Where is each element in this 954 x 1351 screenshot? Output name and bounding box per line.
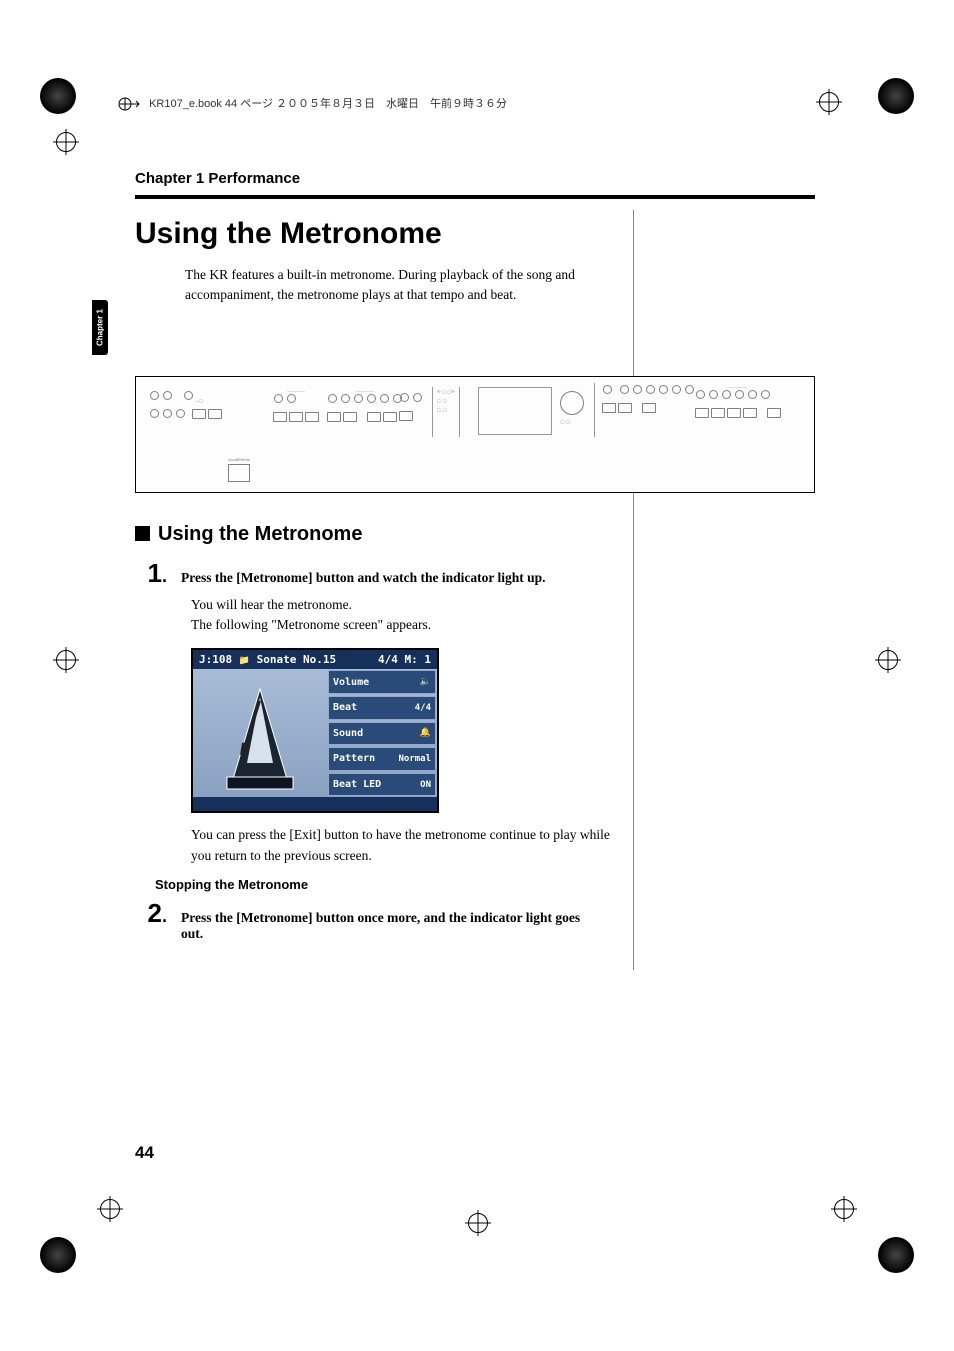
lcd-row-beat: Beat4/4: [328, 696, 436, 720]
section-subhead: Using the Metronome: [135, 523, 815, 546]
section-subhead-text: Using the Metronome: [158, 523, 362, 545]
step-1-body-a: You will hear the metronome.: [191, 595, 621, 616]
step-1-number: 1: [148, 558, 162, 588]
running-header-text: KR107_e.book 44 ページ ２００５年８月３日 水曜日 午前９時３６…: [149, 98, 507, 110]
step-1: 1. Press the [Metronome] button and watc…: [135, 558, 815, 589]
header-arrow-icon: [118, 97, 140, 111]
metronome-screen-figure: J:108 📁 Sonate No.15 4/4 M: 1: [191, 648, 439, 813]
lcd-row-beat-led: Beat LEDON: [328, 773, 436, 797]
registration-mark-mr: [878, 650, 898, 670]
registration-mark-ml: [56, 650, 76, 670]
lcd-top-right: 4/4 M: 1: [378, 653, 431, 666]
crop-circle-tl: [40, 78, 76, 114]
after-lcd-text: You can press the [Exit] button to have …: [191, 825, 621, 867]
step-2: 2. Press the [Metronome] button once mor…: [135, 898, 815, 942]
lcd-top-left: J:108 📁 Sonate No.15: [199, 653, 336, 666]
intro-text: The KR features a built-in metronome. Du…: [185, 265, 615, 306]
lcd-row-sound: Sound🔔: [328, 722, 436, 746]
step-2-text: Press the [Metronome] button once more, …: [181, 902, 581, 942]
lcd-row-pattern: PatternNormal: [328, 747, 436, 771]
running-header: KR107_e.book 44 ページ ２００５年８月３日 水曜日 午前９時３６…: [118, 95, 894, 111]
registration-mark-tl: [56, 132, 76, 152]
chapter-side-tab: Chapter 1: [92, 300, 108, 355]
step-2-number: 2: [148, 898, 162, 928]
instrument-panel-figure: —◯ ________ ________ ⟲ ◯ ◯⟳ ◯ ◯ ◯ ◯: [135, 376, 815, 493]
lcd-bottom-bar: [193, 797, 437, 811]
registration-mark-br: [834, 1199, 854, 1219]
crop-circle-bl: [40, 1237, 76, 1273]
step-1-body-b: The following "Metronome screen" appears…: [191, 615, 621, 636]
lcd-row-volume: Volume🔈: [328, 670, 436, 694]
crop-circle-br: [878, 1237, 914, 1273]
registration-mark-bl: [100, 1199, 120, 1219]
stopping-heading: Stopping the Metronome: [155, 877, 815, 892]
lcd-metronome-graphic: [193, 669, 327, 797]
page-content: Chapter 1 Performance Using the Metronom…: [135, 170, 815, 948]
registration-mark-bc: [468, 1213, 488, 1233]
header-rule: [135, 195, 815, 199]
page-title: Using the Metronome: [135, 217, 815, 251]
page-number: 44: [135, 1143, 154, 1163]
square-bullet-icon: [135, 526, 150, 541]
step-1-text: Press the [Metronome] button and watch t…: [181, 562, 546, 586]
chapter-header: Chapter 1 Performance: [135, 170, 815, 187]
